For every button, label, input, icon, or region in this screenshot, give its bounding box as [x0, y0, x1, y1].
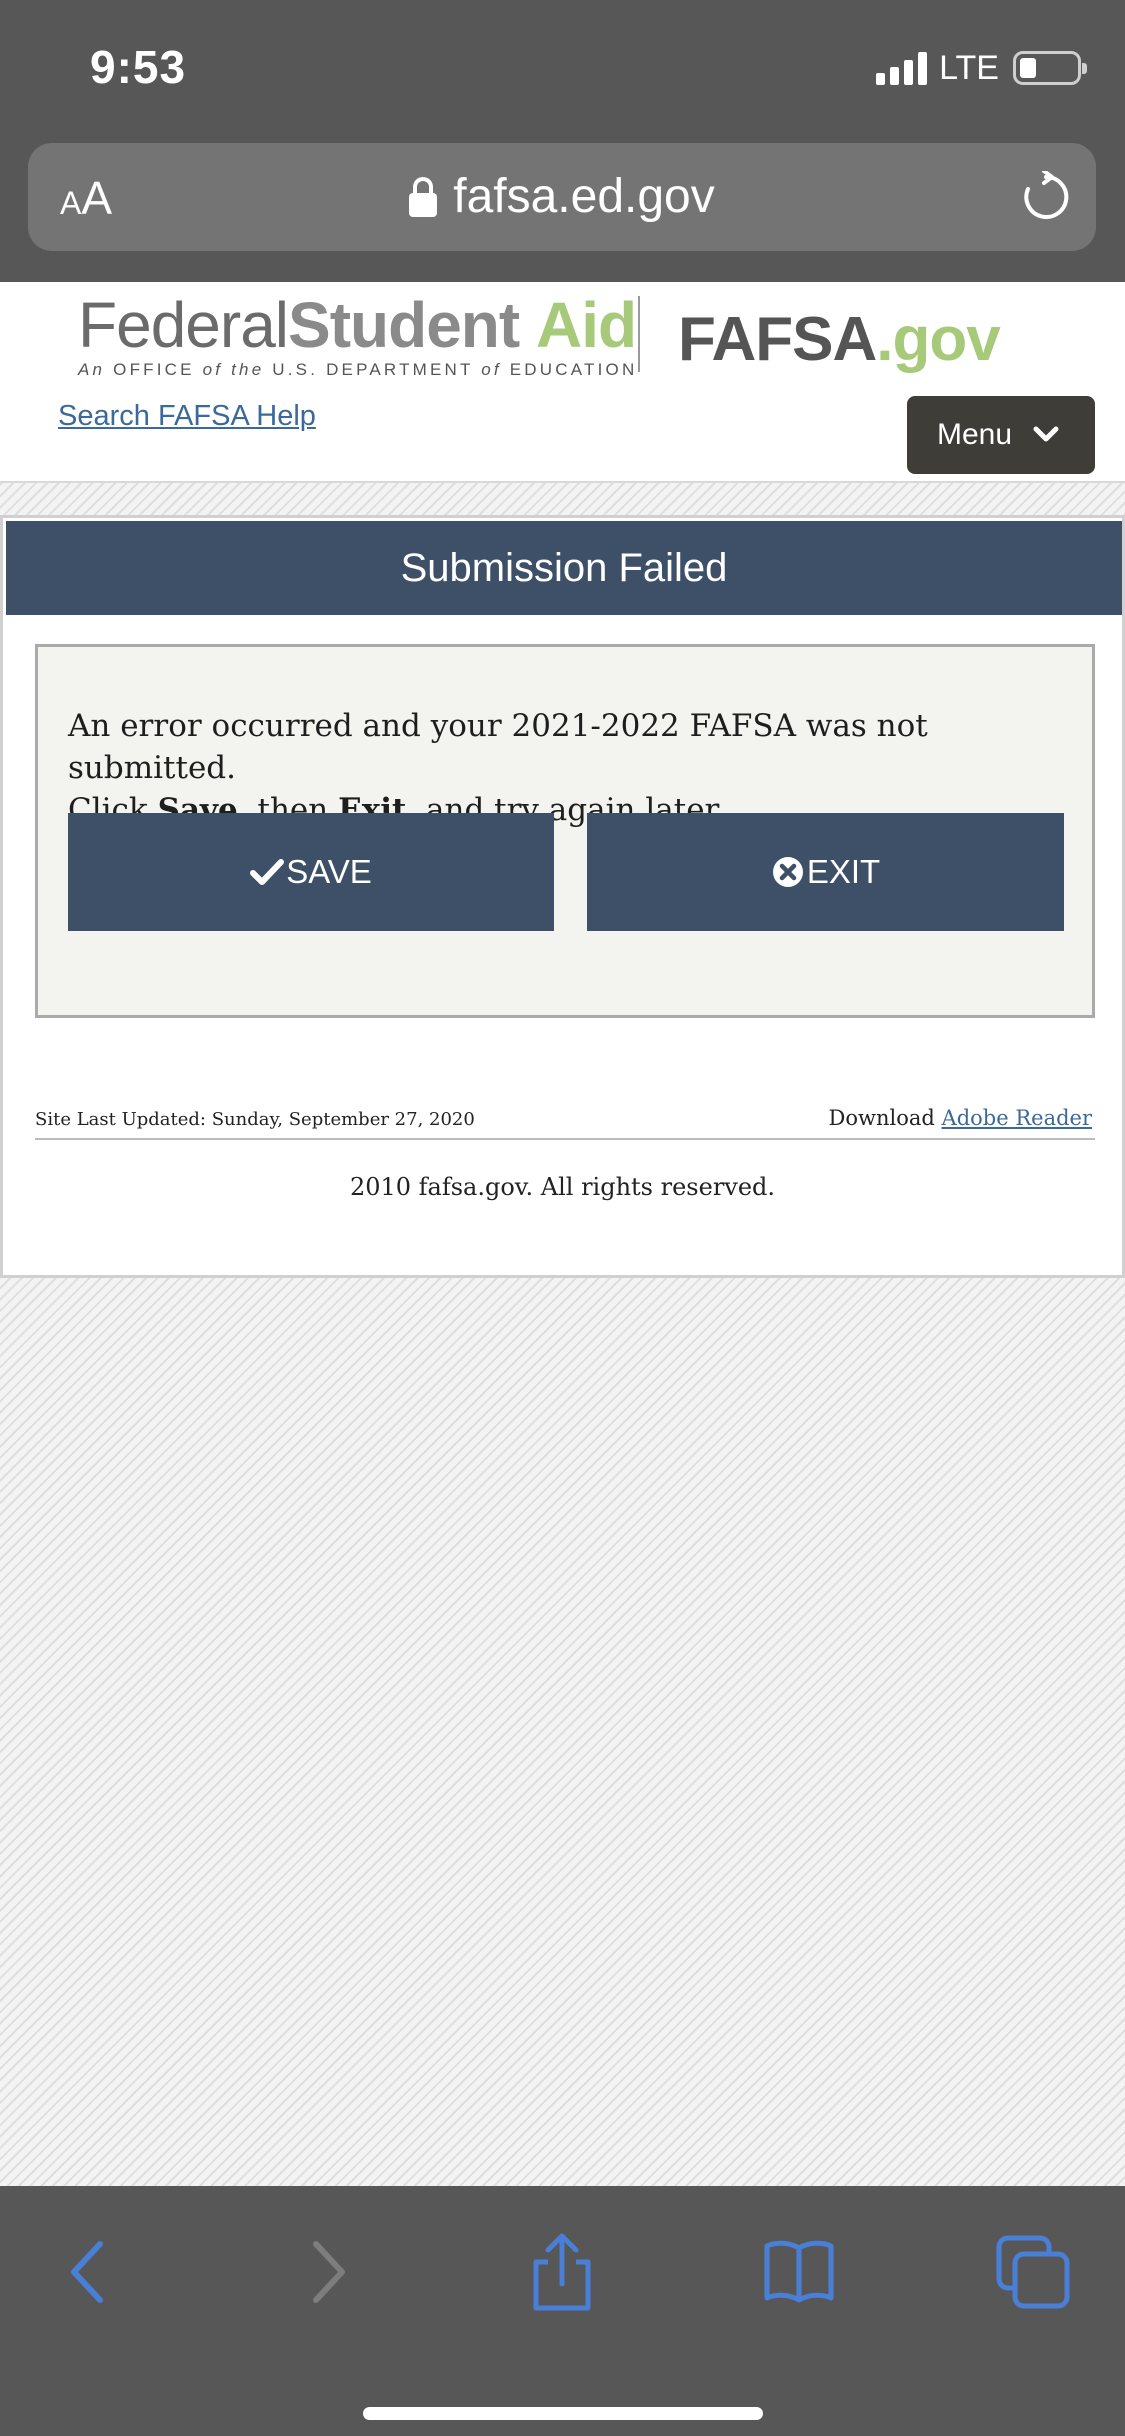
download-reader: Download Adobe Reader: [828, 1106, 1092, 1130]
submission-card: Submission Failed An error occurred and …: [0, 515, 1125, 1278]
fsa-tagline: An OFFICE of the U.S. DEPARTMENT of EDUC…: [78, 360, 638, 379]
chevron-down-icon: [1033, 426, 1059, 442]
url-text: fafsa.ed.gov: [453, 170, 715, 223]
fafsa-gov-logo[interactable]: FAFSA.gov: [678, 304, 1001, 375]
site-last-updated: Site Last Updated: Sunday, September 27,…: [35, 1109, 475, 1130]
share-icon[interactable]: [522, 2232, 602, 2312]
bookmarks-icon[interactable]: [759, 2232, 839, 2312]
search-fafsa-help-link[interactable]: Search FAFSA Help: [58, 400, 316, 433]
copyright: 2010 fafsa.gov. All rights reserved.: [349, 1173, 776, 1201]
adobe-reader-link[interactable]: Adobe Reader: [942, 1106, 1092, 1130]
status-time: 9:53: [90, 41, 187, 93]
checkmark-icon: [250, 859, 285, 885]
exit-button[interactable]: EXIT: [587, 813, 1064, 931]
status-indicators: LTE: [876, 48, 1087, 88]
close-circle-icon: [772, 857, 803, 887]
menu-label: Menu: [937, 418, 1013, 451]
lock-icon: [409, 176, 438, 217]
back-icon[interactable]: [52, 2232, 132, 2312]
address-bar[interactable]: AA fafsa.ed.gov: [28, 143, 1096, 251]
tabs-icon[interactable]: [993, 2232, 1073, 2312]
browser-top-chrome: 9:53 LTE AA fafsa.ed.gov: [0, 0, 1125, 282]
federal-student-aid-logo[interactable]: FederalStudent Aid An OFFICE of the U.S.…: [78, 290, 637, 380]
network-type: LTE: [939, 48, 999, 87]
save-button[interactable]: SAVE: [68, 813, 554, 931]
footer-divider: [35, 1138, 1095, 1140]
site-header: FederalStudent Aid An OFFICE of the U.S.…: [0, 282, 1125, 483]
page-title: Submission Failed: [6, 521, 1122, 615]
reload-icon[interactable]: [1020, 171, 1072, 223]
menu-button[interactable]: Menu: [907, 396, 1095, 474]
battery-icon: [1013, 51, 1087, 85]
error-message-box: An error occurred and your 2021-2022 FAF…: [35, 644, 1095, 1018]
url-display[interactable]: fafsa.ed.gov: [28, 169, 1096, 224]
logo-divider: [638, 296, 640, 372]
signal-icon: [876, 51, 928, 85]
exit-button-label: EXIT: [806, 853, 881, 890]
home-indicator: [363, 2407, 763, 2420]
save-button-label: SAVE: [286, 853, 372, 890]
browser-toolbar: [0, 2186, 1125, 2436]
forward-icon: [313, 2241, 345, 2303]
